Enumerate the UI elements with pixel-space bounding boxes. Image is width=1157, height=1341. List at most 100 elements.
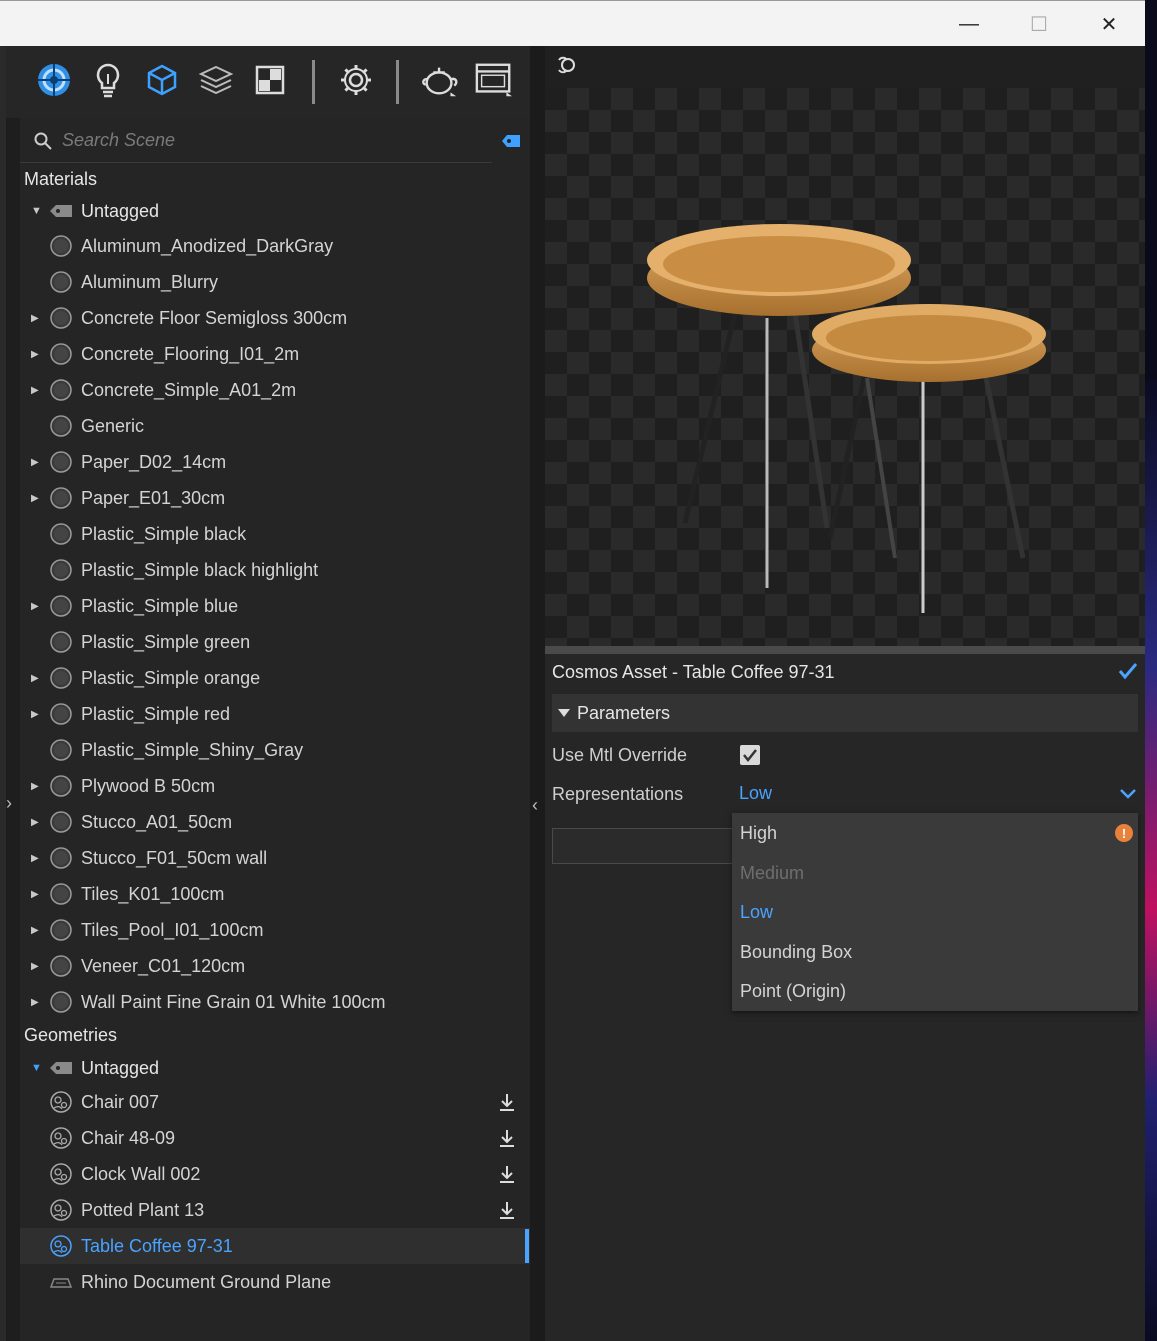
material-label: Plastic_Simple_Shiny_Gray (81, 739, 304, 760)
lights-icon[interactable] (88, 60, 128, 100)
download-icon[interactable] (498, 1092, 516, 1112)
collapse-arrow-icon[interactable]: ▼ (31, 205, 42, 217)
expand-arrow-icon[interactable]: ▶ (31, 313, 39, 324)
material-item[interactable]: ▶ Tiles_K01_100cm (20, 876, 530, 912)
asset-title: Cosmos Asset - Table Coffee 97-31 (552, 662, 835, 682)
material-label: Stucco_A01_50cm (81, 811, 233, 832)
download-icon[interactable] (498, 1200, 516, 1220)
material-item[interactable]: Plastic_Simple black highlight (20, 552, 530, 588)
material-item[interactable]: ▶ Veneer_C01_120cm (20, 948, 530, 984)
material-sphere-icon (50, 451, 72, 473)
textures-icon[interactable] (250, 60, 290, 100)
download-icon[interactable] (498, 1164, 516, 1184)
left-collapse-strip[interactable] (0, 46, 6, 1341)
download-icon[interactable] (498, 1128, 516, 1148)
material-sphere-icon (50, 919, 72, 941)
material-label: Plastic_Simple black highlight (81, 559, 319, 580)
search-bar[interactable]: Search Scene (20, 120, 492, 163)
search-input[interactable]: Search Scene (62, 130, 175, 151)
expand-left-arrow-icon[interactable]: › (6, 793, 12, 814)
expand-arrow-icon[interactable]: ▶ (31, 817, 39, 828)
material-item[interactable]: ▶ Tiles_Pool_I01_100cm (20, 912, 530, 948)
geometry-item[interactable]: Rhino Document Ground Plane (20, 1264, 530, 1300)
material-label: Plastic_Simple orange (81, 667, 261, 688)
menu-item-point-origin[interactable]: Point (Origin) (740, 981, 846, 1002)
layers-icon[interactable] (196, 60, 236, 100)
material-item[interactable]: ▶ Paper_E01_30cm (20, 480, 530, 516)
geometry-item[interactable]: Chair 007 (20, 1084, 530, 1120)
geometry-icon[interactable] (142, 60, 182, 100)
geometry-item[interactable]: Potted Plant 13 (20, 1192, 530, 1228)
geometries-group-untagged[interactable]: ▼ Untagged (20, 1050, 530, 1086)
material-sphere-icon (50, 739, 72, 761)
geometry-item[interactable]: Clock Wall 002 (20, 1156, 530, 1192)
use-mtl-override-checkbox[interactable] (740, 745, 760, 765)
render-window-icon[interactable] (474, 60, 514, 100)
settings-icon[interactable] (336, 60, 376, 100)
material-label: Concrete_Simple_A01_2m (81, 379, 297, 400)
expand-arrow-icon[interactable]: ▶ (31, 385, 39, 396)
expand-arrow-icon[interactable]: ▶ (31, 889, 39, 900)
expand-arrow-icon[interactable]: ▶ (31, 601, 39, 612)
material-sphere-icon (50, 379, 72, 401)
representations-dropdown[interactable]: Low (739, 783, 772, 804)
panel-divider[interactable] (530, 46, 545, 1341)
maximize-button[interactable]: ☐ (1004, 1, 1074, 47)
material-item[interactable]: ▶ Concrete_Simple_A01_2m (20, 372, 530, 408)
expand-arrow-icon[interactable]: ▶ (31, 709, 39, 720)
geometry-label: Clock Wall 002 (81, 1163, 201, 1184)
geometry-label: Chair 48-09 (81, 1127, 176, 1148)
materials-icon[interactable] (34, 60, 74, 100)
expand-arrow-icon[interactable]: ▶ (31, 493, 39, 504)
material-sphere-icon (50, 343, 72, 365)
chevron-down-icon[interactable] (1118, 784, 1138, 804)
expand-arrow-icon[interactable]: ▶ (31, 853, 39, 864)
checkmark-icon[interactable] (1118, 662, 1138, 680)
menu-item-high[interactable]: High (740, 823, 777, 844)
empty-field[interactable] (552, 828, 738, 864)
expand-arrow-icon[interactable]: ▶ (31, 961, 39, 972)
menu-item-low[interactable]: Low (740, 902, 773, 923)
material-item[interactable]: ▶ Plastic_Simple red (20, 696, 530, 732)
material-item[interactable]: ▶ Stucco_F01_50cm wall (20, 840, 530, 876)
materials-group-untagged[interactable]: ▼ Untagged (20, 193, 530, 229)
material-item[interactable]: Aluminum_Anodized_DarkGray (20, 228, 530, 264)
tag-filter-icon[interactable] (502, 135, 520, 147)
preview-options-icon[interactable] (557, 56, 579, 74)
collapse-panel-arrow-icon[interactable]: ‹ (532, 795, 538, 816)
material-item[interactable]: ▶ Wall Paint Fine Grain 01 White 100cm (20, 984, 530, 1020)
geometry-item[interactable]: Chair 48-09 (20, 1120, 530, 1156)
material-item[interactable]: ▶ Plywood B 50cm (20, 768, 530, 804)
geometry-item[interactable]: Table Coffee 97-31 (20, 1228, 530, 1264)
material-item[interactable]: ▶ Concrete Floor Semigloss 300cm (20, 300, 530, 336)
expand-arrow-icon[interactable]: ▶ (31, 349, 39, 360)
material-item[interactable]: ▶ Paper_D02_14cm (20, 444, 530, 480)
material-sphere-icon (50, 631, 72, 653)
material-item[interactable]: Aluminum_Blurry (20, 264, 530, 300)
parameters-section[interactable]: Parameters (552, 694, 1138, 732)
render-teapot-icon[interactable] (420, 60, 460, 100)
material-item[interactable]: ▶ Plastic_Simple blue (20, 588, 530, 624)
close-button[interactable]: ✕ (1074, 1, 1144, 47)
menu-item-bounding-box[interactable]: Bounding Box (740, 942, 852, 963)
minimize-button[interactable]: — (934, 1, 1004, 47)
material-item[interactable]: ▶ Plastic_Simple orange (20, 660, 530, 696)
material-item[interactable]: Plastic_Simple green (20, 624, 530, 660)
material-item[interactable]: ▶ Concrete_Flooring_I01_2m (20, 336, 530, 372)
expand-arrow-icon[interactable]: ▶ (31, 781, 39, 792)
expand-arrow-icon[interactable]: ▶ (31, 673, 39, 684)
material-item[interactable]: ▶ Stucco_A01_50cm (20, 804, 530, 840)
material-label: Plywood B 50cm (81, 775, 216, 796)
collapse-arrow-icon[interactable] (558, 709, 570, 717)
expand-arrow-icon[interactable]: ▶ (31, 997, 39, 1008)
expand-arrow-icon[interactable]: ▶ (31, 925, 39, 936)
material-item[interactable]: Generic (20, 408, 530, 444)
collapse-arrow-icon[interactable]: ▼ (31, 1062, 42, 1074)
material-sphere-icon (50, 415, 72, 437)
material-item[interactable]: Plastic_Simple black (20, 516, 530, 552)
preview-resize-handle[interactable] (545, 646, 1145, 654)
material-item[interactable]: Plastic_Simple_Shiny_Gray (20, 732, 530, 768)
material-sphere-icon (50, 847, 72, 869)
title-bar: — ☐ ✕ (0, 0, 1145, 47)
expand-arrow-icon[interactable]: ▶ (31, 457, 39, 468)
